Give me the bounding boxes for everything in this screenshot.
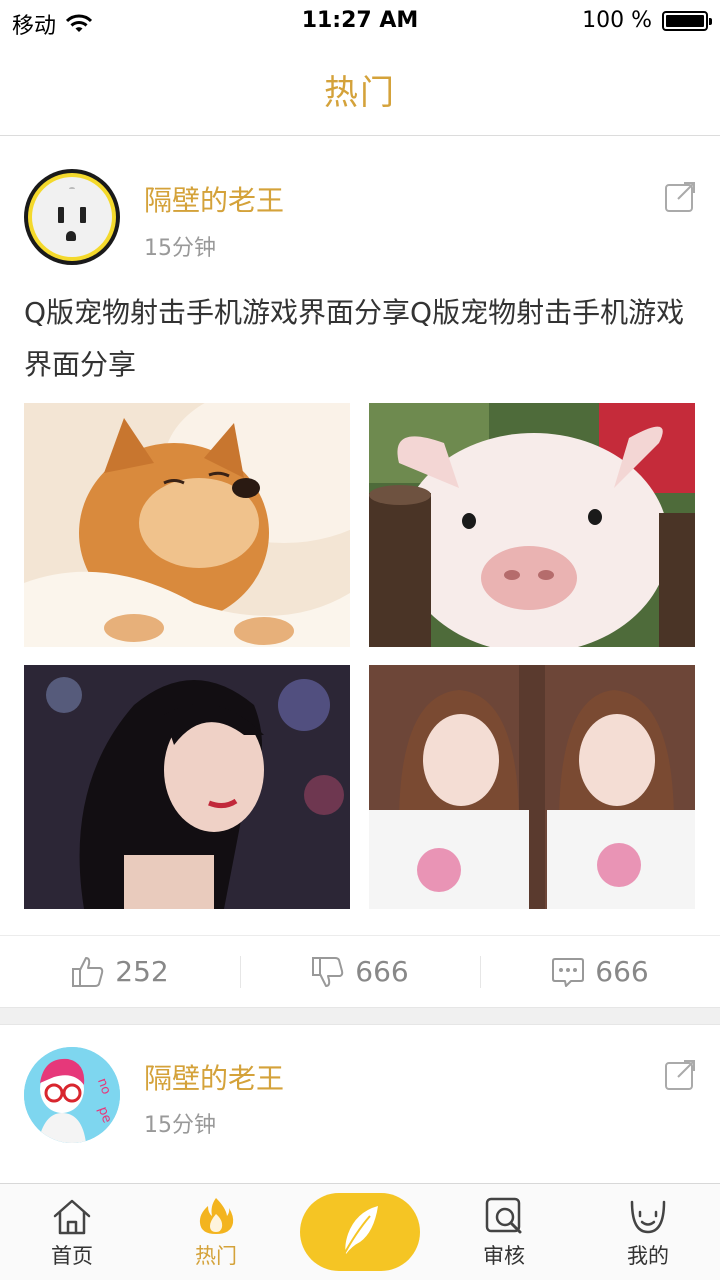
outlet-slot-left bbox=[58, 207, 64, 223]
like-button[interactable]: 252 bbox=[0, 936, 240, 1007]
status-right: 100 % bbox=[582, 8, 712, 33]
comment-icon bbox=[552, 957, 585, 987]
post-card: 隔壁的老王 15分钟 Q版宠物射击手机游戏界面分享Q版宠物射击手机游戏界面分享 bbox=[0, 137, 720, 1007]
battery-icon bbox=[662, 10, 712, 31]
tab-me[interactable]: 我的 bbox=[576, 1184, 720, 1280]
post-card: no pe 隔壁的老王 15分钟 bbox=[0, 1025, 720, 1183]
woman-illustration bbox=[24, 665, 350, 909]
post-text: Q版宠物射击手机游戏界面分享Q版宠物射击手机游戏界面分享 bbox=[24, 296, 685, 381]
share-icon[interactable] bbox=[664, 181, 696, 213]
outlet-ground bbox=[66, 231, 76, 241]
tab-home[interactable]: 首页 bbox=[0, 1184, 144, 1280]
flame-icon bbox=[199, 1198, 234, 1234]
tab-hot[interactable]: 热门 bbox=[144, 1184, 288, 1280]
battery-percent: 100 % bbox=[582, 8, 652, 33]
dislike-count: 666 bbox=[355, 955, 409, 988]
tab-review-label: 审核 bbox=[483, 1244, 525, 1268]
post-button[interactable] bbox=[300, 1193, 420, 1271]
status-bar: 移动 11:27 AM 100 % bbox=[0, 0, 720, 44]
tab-review[interactable]: 审核 bbox=[432, 1184, 576, 1280]
post-photo-girls[interactable] bbox=[369, 665, 695, 909]
nav-bar: 热门 bbox=[0, 44, 720, 136]
girls-illustration bbox=[369, 665, 695, 909]
pig-illustration bbox=[369, 403, 695, 647]
tab-hot-label: 热门 bbox=[195, 1244, 237, 1268]
post-actions: 252 666 666 bbox=[0, 935, 720, 1007]
avatar[interactable]: no pe bbox=[24, 1047, 120, 1143]
feather-icon bbox=[341, 1206, 378, 1259]
battery-fill bbox=[666, 14, 704, 27]
page-title: 热门 bbox=[324, 73, 396, 113]
dislike-button[interactable]: 666 bbox=[240, 936, 480, 1007]
tab-post[interactable] bbox=[288, 1184, 432, 1280]
avatar[interactable] bbox=[24, 169, 120, 265]
post-photo-pig[interactable] bbox=[369, 403, 695, 647]
feed[interactable]: 隔壁的老王 15分钟 Q版宠物射击手机游戏界面分享Q版宠物射击手机游戏界面分享 bbox=[0, 137, 720, 1183]
tab-me-label: 我的 bbox=[627, 1244, 669, 1268]
tab-bar: 首页 热门 审核 我的 bbox=[0, 1183, 720, 1280]
dog-illustration bbox=[24, 403, 350, 647]
comment-count: 666 bbox=[595, 955, 649, 988]
post-username[interactable]: 隔壁的老王 bbox=[144, 1057, 284, 1097]
smiley-icon bbox=[630, 1200, 666, 1234]
post-time: 15分钟 bbox=[144, 236, 216, 261]
post-time: 15分钟 bbox=[144, 1113, 216, 1138]
post-username[interactable]: 隔壁的老王 bbox=[144, 179, 284, 219]
avatar-ring bbox=[28, 173, 116, 261]
tab-home-label: 首页 bbox=[51, 1244, 93, 1268]
post-photo-dog[interactable] bbox=[24, 403, 350, 647]
avatar-wifi-mark bbox=[69, 187, 75, 191]
outlet-slot-right bbox=[80, 207, 86, 223]
like-count: 252 bbox=[115, 955, 169, 988]
thumbs-down-icon bbox=[312, 956, 344, 987]
comment-button[interactable]: 666 bbox=[480, 936, 720, 1007]
thumbs-up-icon bbox=[72, 956, 104, 987]
review-icon bbox=[485, 1197, 522, 1234]
share-icon[interactable] bbox=[664, 1059, 696, 1091]
post-separator bbox=[0, 1007, 720, 1025]
nope-avatar-illustration: no pe bbox=[24, 1047, 120, 1143]
outlet-icon bbox=[32, 177, 112, 257]
home-icon bbox=[53, 1199, 91, 1235]
post-photo-woman[interactable] bbox=[24, 665, 350, 909]
